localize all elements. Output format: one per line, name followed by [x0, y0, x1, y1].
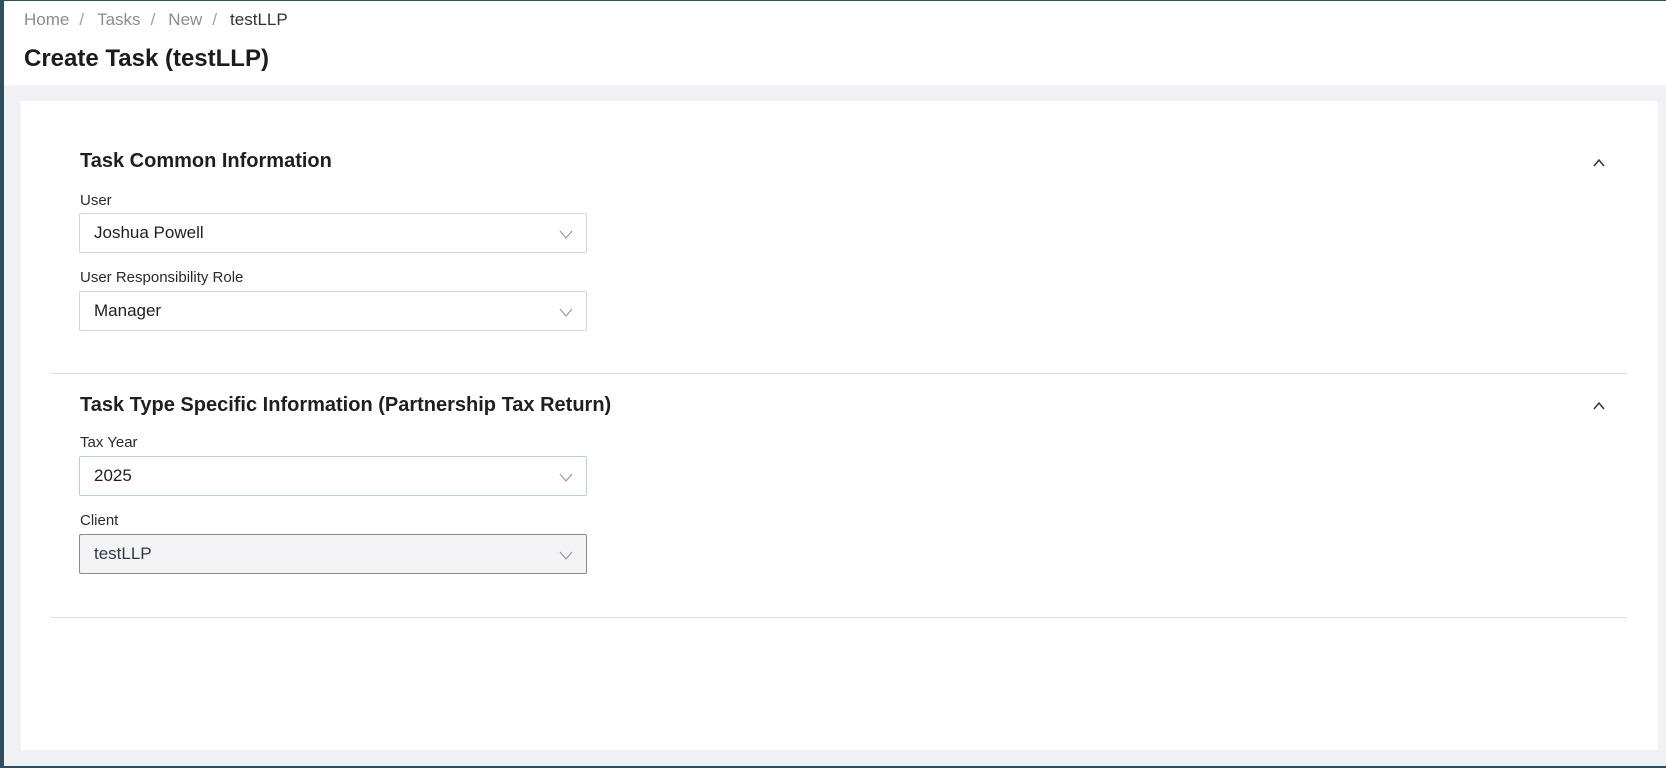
breadcrumb-separator: /	[150, 10, 156, 29]
section-title: Task Type Specific Information (Partners…	[80, 394, 612, 416]
section-task-common-information: Task Common Information User Joshua Powe…	[51, 101, 1627, 374]
tax-year-select[interactable]: 2025	[79, 456, 587, 496]
section-task-type-specific-information: Task Type Specific Information (Partners…	[51, 374, 1627, 618]
breadcrumb-new[interactable]: New	[168, 10, 202, 30]
client-label: Client	[80, 512, 119, 529]
section-collapse-toggle[interactable]	[1588, 395, 1610, 417]
user-label: User	[80, 192, 112, 209]
section-collapse-toggle[interactable]	[1588, 152, 1610, 174]
chevron-down-icon	[559, 230, 573, 239]
breadcrumb-tasks[interactable]: Tasks	[97, 10, 140, 30]
tax-year-label: Tax Year	[80, 434, 138, 451]
section-title: Task Common Information	[80, 150, 332, 172]
chevron-down-icon	[559, 308, 573, 317]
user-responsibility-role-select[interactable]: Manager	[79, 291, 587, 331]
app-window: Home / Tasks / New / testLLP Create Task…	[0, 0, 1666, 768]
chevron-down-icon	[559, 473, 573, 482]
user-select-value: Joshua Powell	[94, 223, 204, 242]
task-form-card: Task Common Information User Joshua Powe…	[21, 101, 1658, 750]
page-title: Create Task (testLLP)	[24, 45, 269, 72]
breadcrumb-current: testLLP	[230, 10, 288, 29]
chevron-up-icon	[1593, 158, 1605, 167]
user-responsibility-role-label: User Responsibility Role	[80, 269, 244, 286]
chevron-up-icon	[1593, 401, 1605, 410]
breadcrumb: Home / Tasks / New / testLLP	[24, 10, 288, 30]
tax-year-select-value: 2025	[94, 466, 132, 485]
client-select[interactable]: testLLP	[79, 534, 587, 574]
breadcrumb-home[interactable]: Home	[24, 10, 69, 30]
breadcrumb-separator: /	[79, 10, 85, 29]
user-select[interactable]: Joshua Powell	[79, 213, 587, 253]
page-header: Home / Tasks / New / testLLP Create Task…	[4, 1, 1666, 85]
breadcrumb-separator: /	[212, 10, 218, 29]
role-select-value: Manager	[94, 301, 162, 320]
client-select-value: testLLP	[94, 544, 152, 563]
chevron-down-icon	[559, 551, 573, 560]
